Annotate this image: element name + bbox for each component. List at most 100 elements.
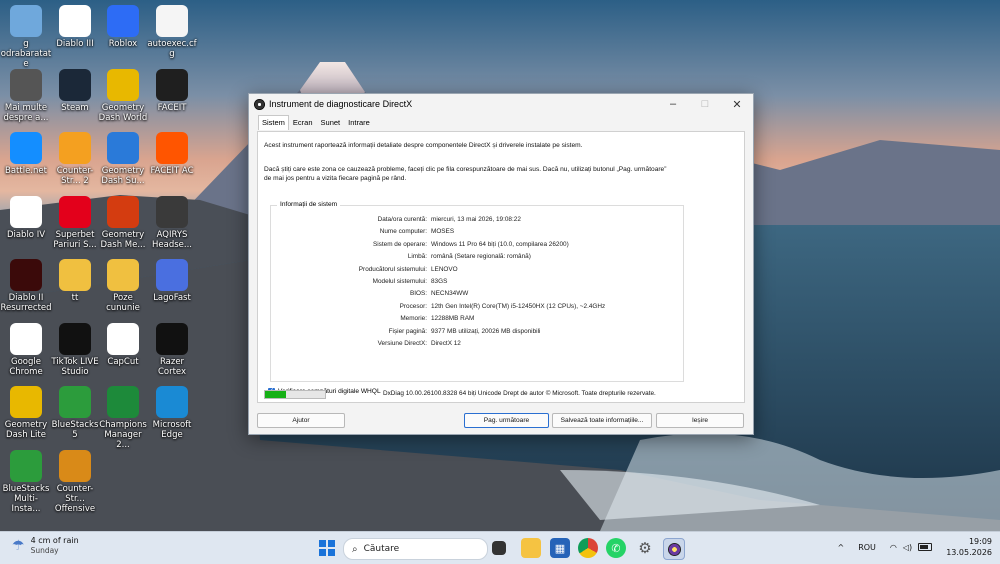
- desktop-icon-label: Superbet Pariuri S...: [53, 229, 97, 250]
- desktop-icon-label: BlueStacks Multi-Insta...: [2, 483, 50, 514]
- tab-intrare[interactable]: Intrare: [344, 115, 374, 130]
- show-hidden-icons-chevron[interactable]: ^: [838, 543, 845, 552]
- desktop-icon-label: FACEIT: [157, 102, 187, 113]
- desktop-icon[interactable]: LagoFast: [146, 259, 198, 303]
- desktop-icon[interactable]: Champions Manager 2...: [97, 386, 149, 450]
- tab-ecran[interactable]: Ecran: [289, 115, 317, 130]
- system-info-value: MOSES: [431, 228, 455, 236]
- desktop-icon-label: Razer Cortex: [157, 356, 187, 377]
- weather-text: 4 cm of rain: [30, 536, 79, 545]
- recycle-bin-icon: [10, 5, 42, 37]
- minimize-button[interactable]: –: [657, 98, 689, 111]
- desktop-icon[interactable]: Mai multe despre a...: [0, 68, 52, 123]
- save-all-info-button[interactable]: Salvează toate informațiile...: [552, 413, 652, 428]
- desktop-icon[interactable]: FACEIT: [146, 68, 198, 113]
- desktop-icon[interactable]: Google Chrome: [0, 322, 52, 377]
- desktop-icon-label: AQIRYS Headse...: [152, 229, 192, 250]
- exit-button[interactable]: Ieșire: [656, 413, 744, 428]
- desktop-icon[interactable]: TikTok LIVE Studio: [49, 322, 101, 377]
- lagofast-icon: [156, 259, 188, 291]
- system-info-key: Producătorul sistemului:: [358, 265, 427, 273]
- bluestacks-multi-icon: [10, 449, 42, 482]
- desktop-icon[interactable]: Geometry Dash Lite: [0, 386, 52, 440]
- desktop-icon[interactable]: FACEIT AC: [146, 132, 198, 176]
- system-info-title: Informații de sistem: [277, 201, 341, 208]
- rain-icon: ☂: [12, 538, 25, 554]
- system-info-value: 83GS: [431, 278, 448, 285]
- language-indicator[interactable]: ROU: [858, 543, 876, 552]
- desktop-icon-label: Google Chrome: [9, 356, 43, 377]
- close-button[interactable]: ✕: [721, 98, 753, 111]
- system-info-row: BIOS: NECN34WW: [271, 290, 683, 300]
- taskbar-search-box[interactable]: ⌕ Căutare: [343, 538, 488, 560]
- system-info-key: Versiune DirectX:: [377, 340, 427, 347]
- desktop-icon[interactable]: AQIRYS Headse...: [146, 195, 198, 250]
- weather-widget[interactable]: ☂ 4 cm of rain Sunday: [12, 536, 79, 556]
- tab-bar: Sistem Ecran Sunet Intrare: [258, 115, 753, 130]
- desktop-icon[interactable]: Razer Cortex: [146, 322, 198, 377]
- desktop-icon[interactable]: tt: [49, 259, 101, 303]
- wifi-icon[interactable]: ◠: [890, 543, 897, 552]
- geometry-dash-icon: [107, 195, 139, 228]
- desktop-icon[interactable]: autoexec.cfg: [146, 5, 198, 59]
- tab-sistem[interactable]: Sistem: [258, 115, 289, 130]
- desktop-icon[interactable]: Geometry Dash World: [97, 68, 149, 123]
- system-info-key: Procesor:: [399, 302, 427, 310]
- desktop-icon[interactable]: Geometry Dash Me...: [97, 195, 149, 250]
- desktop-icon[interactable]: Roblox: [97, 5, 149, 49]
- desktop-icon-label: Champions Manager 2...: [99, 420, 147, 450]
- system-info-row: Versiune DirectX: DirectX 12: [271, 340, 683, 350]
- volume-icon[interactable]: ◁): [903, 543, 912, 552]
- desktop-icon[interactable]: Poze cununie: [97, 259, 149, 313]
- maximize-button[interactable]: □: [689, 98, 721, 111]
- desktop-icon[interactable]: CapCut: [97, 322, 149, 367]
- system-info-group: Informații de sistem Data/ora curentă: mi…: [270, 201, 684, 382]
- desktop-icon[interactable]: Geometry Dash Su...: [97, 132, 149, 186]
- capcut-icon: [107, 322, 139, 355]
- desktop-icon[interactable]: Diablo III: [49, 5, 101, 49]
- instructions-text-line2: de mai jos pentru a vizita fiecare pagin…: [264, 175, 407, 182]
- desktop-icon-label: Counter-Str... 2: [56, 166, 94, 186]
- diablo-ii-icon: [10, 259, 42, 291]
- desktop-icon-label: Steam: [61, 102, 89, 113]
- system-info-row: Procesor: 12th Gen Intel(R) Core(TM) i5-1…: [271, 303, 683, 313]
- desktop-icon[interactable]: Diablo II Resurrected: [0, 259, 52, 313]
- task-view-icon[interactable]: [492, 541, 506, 555]
- desktop-icon[interactable]: Counter-Str... 2: [49, 132, 101, 186]
- settings-icon[interactable]: ⚙: [635, 538, 655, 558]
- folder-icon: [107, 259, 139, 291]
- steam-icon: [59, 68, 91, 101]
- system-info-row: Modelul sistemului: 83GS: [271, 278, 683, 288]
- csgo-icon: [59, 449, 91, 482]
- faceit-ac-icon: [156, 132, 188, 164]
- file-explorer-icon[interactable]: [521, 538, 541, 558]
- dxdiag-taskbar-icon[interactable]: [663, 538, 685, 560]
- clock[interactable]: 19:09 13.05.2026: [946, 536, 992, 558]
- desktop-icon[interactable]: BlueStacks Multi-Insta...: [0, 449, 52, 514]
- microsoft-store-icon[interactable]: ▦: [550, 538, 570, 558]
- desktop-icon-label: FACEIT AC: [150, 166, 194, 176]
- champions-manager-icon: [107, 386, 139, 418]
- windows-start-icon[interactable]: [317, 538, 337, 558]
- battery-icon[interactable]: [918, 543, 933, 551]
- system-info-value: LENOVO: [431, 265, 458, 273]
- chrome-icon[interactable]: [578, 538, 598, 558]
- geometry-dash-icon: [107, 68, 139, 101]
- desktop-icon[interactable]: Steam: [49, 68, 101, 113]
- next-page-button[interactable]: Pag. următoare: [464, 413, 549, 428]
- tab-sunet[interactable]: Sunet: [317, 115, 345, 130]
- desktop-icon[interactable]: Diablo IV: [0, 195, 52, 240]
- desktop-icon[interactable]: g odrabaratate: [0, 5, 52, 69]
- search-icon: ⌕: [352, 543, 358, 555]
- help-button[interactable]: Ajutor: [257, 413, 345, 428]
- desktop-icon[interactable]: Battle.net: [0, 132, 52, 176]
- desktop-icon[interactable]: Superbet Pariuri S...: [49, 195, 101, 250]
- window-titlebar[interactable]: Instrument de diagnosticare DirectX – □ …: [249, 94, 753, 114]
- system-info-key: Limbă:: [407, 253, 427, 261]
- whatsapp-icon[interactable]: ✆: [606, 538, 626, 558]
- desktop-icon[interactable]: Counter-Str... Offensive: [49, 449, 101, 514]
- desktop-icon[interactable]: Microsoft Edge: [146, 386, 198, 440]
- desktop-icon[interactable]: BlueStacks 5: [49, 386, 101, 440]
- razer-cortex-icon: [156, 322, 188, 355]
- system-info-row: Data/ora curentă: miercuri, 13 mai 2026, …: [271, 216, 683, 226]
